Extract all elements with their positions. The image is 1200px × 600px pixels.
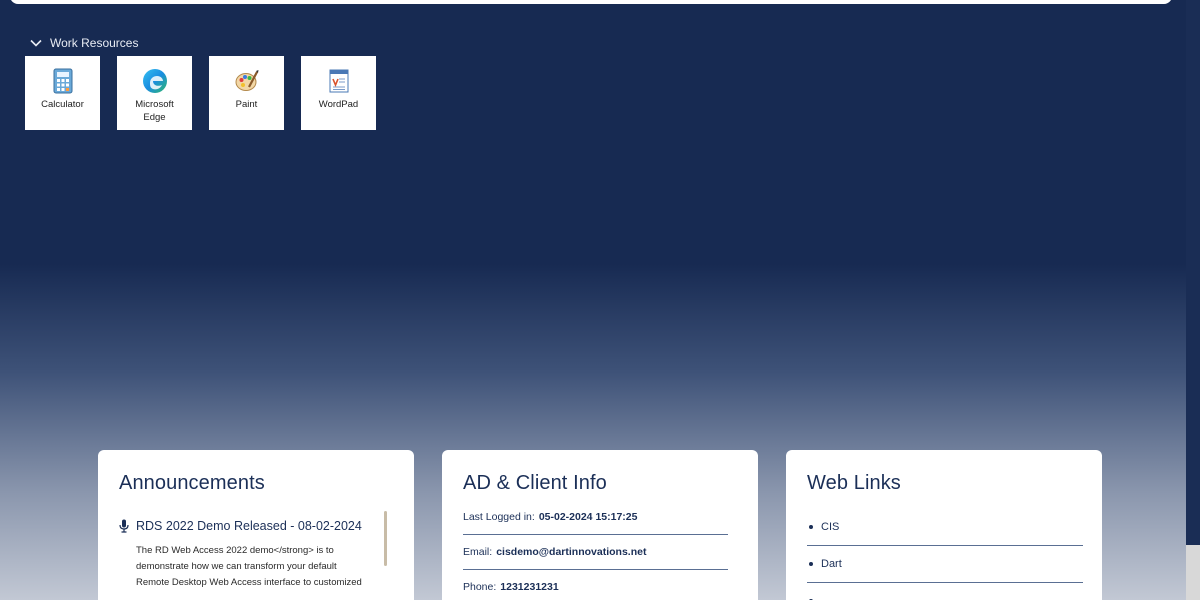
- announcement-heading: RDS 2022 Demo Released - 08-02-2024: [136, 519, 362, 533]
- chevron-down-icon: [30, 39, 42, 47]
- page-scrollbar-thumb[interactable]: [1186, 545, 1200, 600]
- client-info-title: AD & Client Info: [463, 472, 607, 494]
- app-tile-label: WordPad: [318, 99, 359, 110]
- info-row-email: Email: cisdemo@dartinnovations.net: [463, 535, 728, 570]
- announcement-title-row: RDS 2022 Demo Released - 08-02-2024: [119, 519, 376, 533]
- app-tile-label: Microsoft Edge: [135, 99, 174, 123]
- web-link-item[interactable]: CIS: [807, 509, 1083, 546]
- app-tile-paint[interactable]: Paint: [209, 56, 284, 130]
- info-label: Last Logged in:: [463, 511, 535, 523]
- paint-icon: [235, 70, 258, 91]
- announcements-card: Announcements RDS 2022 Demo Released - 0…: [98, 450, 414, 600]
- section-title: Work Resources: [50, 36, 139, 50]
- web-link-item[interactable]: Dart: [807, 546, 1083, 583]
- announcements-scrollbar[interactable]: [384, 511, 387, 566]
- info-value: 1231231231: [500, 581, 559, 593]
- info-label: Email:: [463, 546, 493, 558]
- app-tile-wordpad[interactable]: WordPad: [301, 56, 376, 130]
- web-link-item[interactable]: [807, 583, 1083, 600]
- web-links-list: CIS Dart: [807, 509, 1083, 600]
- announcement-item[interactable]: RDS 2022 Demo Released - 08-02-2024 The …: [119, 519, 394, 591]
- page-scrollbar[interactable]: [1186, 0, 1200, 600]
- microphone-icon: [119, 519, 129, 533]
- info-value: cisdemo@dartinnovations.net: [496, 546, 647, 558]
- web-links-card: Web Links CIS Dart: [786, 450, 1102, 600]
- app-tiles: Calculator Microsoft Edge Paint WordPad: [25, 56, 376, 130]
- wordpad-icon: [329, 69, 348, 93]
- announcements-title: Announcements: [119, 472, 265, 494]
- info-value: 05-02-2024 15:17:25: [538, 511, 638, 523]
- client-info-card: AD & Client Info Last Logged in: 05-02-20…: [442, 450, 758, 600]
- work-resources-toggle[interactable]: Work Resources: [28, 35, 138, 51]
- app-tile-label: Paint: [235, 99, 258, 110]
- calculator-icon: [53, 68, 72, 94]
- info-row-phone: Phone: 1231231231: [463, 570, 728, 600]
- app-tile-microsoft-edge[interactable]: Microsoft Edge: [117, 56, 192, 130]
- app-tile-calculator[interactable]: Calculator: [25, 56, 100, 130]
- web-links-title: Web Links: [807, 472, 901, 494]
- info-label: Phone:: [463, 581, 497, 593]
- edge-icon: [142, 69, 167, 93]
- announcement-body: The RD Web Access 2022 demo</strong> is …: [136, 545, 362, 588]
- search-bar[interactable]: [10, 0, 1172, 4]
- info-row-last-logged: Last Logged in: 05-02-2024 15:17:25: [463, 500, 728, 535]
- app-tile-label: Calculator: [41, 99, 84, 110]
